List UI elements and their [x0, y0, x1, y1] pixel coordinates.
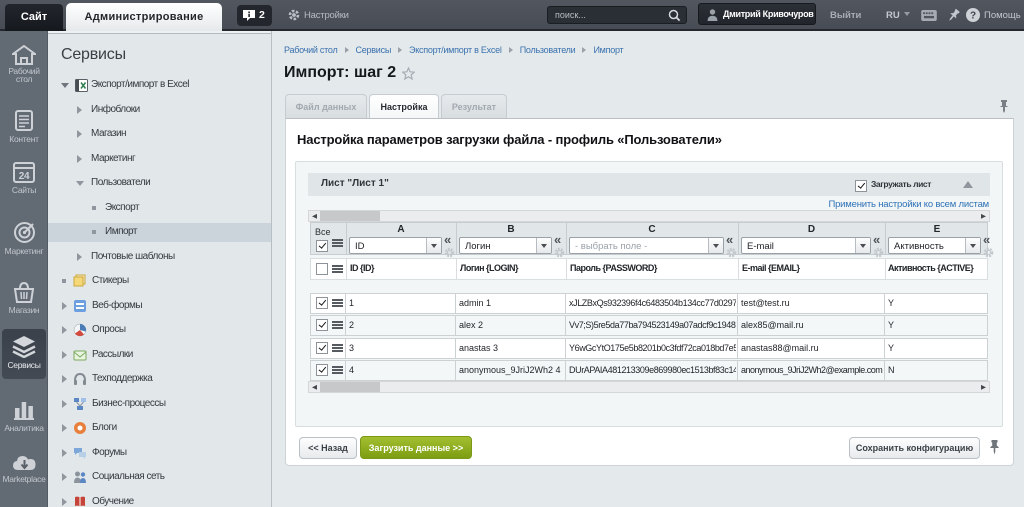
- svg-text:24: 24: [19, 171, 30, 182]
- svg-text:?: ?: [970, 11, 976, 22]
